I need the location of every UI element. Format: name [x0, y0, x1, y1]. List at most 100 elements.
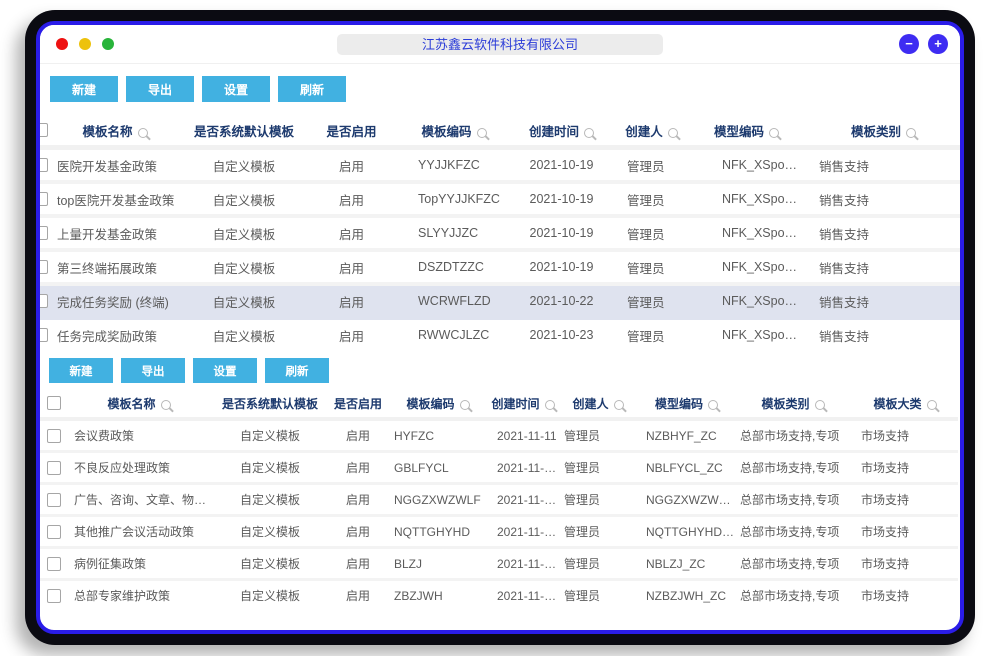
- new-button[interactable]: 新建: [49, 358, 113, 383]
- search-icon[interactable]: [815, 400, 825, 410]
- column-header: 创建人: [557, 389, 639, 419]
- cell: 管理员: [609, 250, 694, 284]
- search-icon[interactable]: [769, 128, 779, 138]
- cell: 2021-11-15: [489, 484, 557, 516]
- cell: 管理员: [557, 452, 639, 484]
- table-row[interactable]: 会议费政策自定义模板启用HYFZC2021-11-11管理员NZBHYF_ZC总…: [40, 419, 958, 452]
- row-checkbox[interactable]: [36, 328, 48, 342]
- cell: 2021-11-15: [489, 516, 557, 548]
- row-checkbox[interactable]: [36, 294, 48, 308]
- column-header-label: 创建时间: [529, 125, 579, 139]
- cell: 自定义模板: [179, 318, 309, 350]
- column-header-label: 模板编码: [406, 397, 454, 411]
- search-icon[interactable]: [906, 128, 916, 138]
- cell: 总部市场支持,专项: [734, 548, 852, 580]
- refresh-button[interactable]: 刷新: [278, 76, 346, 102]
- row-checkbox[interactable]: [36, 158, 48, 172]
- cell: 自定义模板: [211, 516, 329, 548]
- table-row[interactable]: 上量开发基金政策自定义模板启用SLYYJJZC2021-10-19管理员NFK_…: [36, 216, 964, 250]
- search-icon[interactable]: [584, 128, 594, 138]
- export-button[interactable]: 导出: [121, 358, 185, 383]
- cell: 2021-10-19: [514, 148, 609, 183]
- cell: 启用: [329, 516, 387, 548]
- cell: 自定义模板: [211, 580, 329, 611]
- search-icon[interactable]: [614, 400, 624, 410]
- titlebar: 江苏鑫云软件科技有限公司 − +: [40, 25, 960, 64]
- column-header: 模板编码: [394, 115, 514, 148]
- cell: 启用: [329, 419, 387, 452]
- app-window: 江苏鑫云软件科技有限公司 − + 新建导出设置刷新 模板名称是否系统默认模板是否…: [36, 21, 964, 634]
- cell: 管理员: [609, 148, 694, 183]
- cell: NGGZXWZWLF_...: [639, 484, 734, 516]
- table-row[interactable]: 广告、咨询、文章、物料...自定义模板启用NGGZXWZWLF2021-11-1…: [40, 484, 958, 516]
- cell: NQTTGHYHD_ZC: [639, 516, 734, 548]
- cell: 总部市场支持,专项: [734, 452, 852, 484]
- row-checkbox[interactable]: [47, 557, 61, 571]
- column-header-label: 模板编码: [421, 125, 471, 139]
- search-icon[interactable]: [477, 128, 487, 138]
- table-row[interactable]: top医院开发基金政策自定义模板启用TopYYJJKFZC2021-10-19管…: [36, 182, 964, 216]
- row-checkbox[interactable]: [47, 589, 61, 603]
- export-button[interactable]: 导出: [126, 76, 194, 102]
- table-row[interactable]: 任务完成奖励政策自定义模板启用RWWCJLZC2021-10-23管理员NFK_…: [36, 318, 964, 350]
- column-header: 是否系统默认模板: [179, 115, 309, 148]
- header-row: 模板名称是否系统默认模板是否启用模板编码创建时间创建人模型编码模板类别: [36, 115, 964, 148]
- search-icon[interactable]: [708, 400, 718, 410]
- row-checkbox[interactable]: [36, 192, 48, 206]
- cell: 启用: [309, 148, 394, 183]
- fullscreen-button[interactable]: [102, 38, 114, 50]
- cell: 2021-10-22: [514, 284, 609, 318]
- column-header: 模板类别: [734, 389, 852, 419]
- table-row[interactable]: 医院开发基金政策自定义模板启用YYJJKFZC2021-10-19管理员NFK_…: [36, 148, 964, 183]
- column-header: 模板大类: [852, 389, 958, 419]
- search-icon[interactable]: [138, 128, 148, 138]
- cell: HYFZC: [387, 419, 489, 452]
- close-button[interactable]: [56, 38, 68, 50]
- cell: 2021-10-19: [514, 250, 609, 284]
- cell: 市场支持: [852, 419, 958, 452]
- table-row[interactable]: 其他推广会议活动政策自定义模板启用NQTTGHYHD2021-11-15管理员N…: [40, 516, 958, 548]
- refresh-button[interactable]: 刷新: [265, 358, 329, 383]
- row-checkbox[interactable]: [36, 260, 48, 274]
- collapse-circle-button[interactable]: −: [899, 34, 919, 54]
- cell: 总部市场支持,专项: [734, 580, 852, 611]
- row-checkbox[interactable]: [36, 226, 48, 240]
- select-all-checkbox[interactable]: [47, 396, 61, 410]
- search-icon[interactable]: [668, 128, 678, 138]
- minimize-button[interactable]: [79, 38, 91, 50]
- cell: NGGZXWZWLF: [387, 484, 489, 516]
- search-icon[interactable]: [161, 400, 171, 410]
- column-header: 是否启用: [329, 389, 387, 419]
- cell: 销售支持: [799, 284, 964, 318]
- table-row[interactable]: 完成任务奖励 (终端)自定义模板启用WCRWFLZD2021-10-22管理员N…: [36, 284, 964, 318]
- search-icon[interactable]: [927, 400, 937, 410]
- row-checkbox[interactable]: [47, 461, 61, 475]
- cell: 市场支持: [852, 484, 958, 516]
- cell: NFK_XSpolicy4: [694, 318, 799, 350]
- cell: NFK_XSpolicy3: [694, 284, 799, 318]
- cell: 销售支持: [799, 182, 964, 216]
- table-row[interactable]: 病例征集政策自定义模板启用BLZJ2021-11-15管理员NBLZJ_ZC总部…: [40, 548, 958, 580]
- table-row[interactable]: 不良反应处理政策自定义模板启用GBLFYCL2021-11-15管理员NBLFY…: [40, 452, 958, 484]
- expand-circle-button[interactable]: +: [928, 34, 948, 54]
- select-all-checkbox[interactable]: [36, 123, 48, 137]
- cell: top医院开发基金政策: [51, 182, 179, 216]
- cell: 管理员: [557, 484, 639, 516]
- search-icon[interactable]: [460, 400, 470, 410]
- cell: 任务完成奖励政策: [51, 318, 179, 350]
- column-header-label: 是否启用: [326, 125, 376, 139]
- row-checkbox[interactable]: [47, 525, 61, 539]
- search-icon[interactable]: [545, 400, 555, 410]
- cell: 自定义模板: [179, 148, 309, 183]
- cell: 2021-11-11: [489, 419, 557, 452]
- row-checkbox[interactable]: [47, 493, 61, 507]
- table-row[interactable]: 第三终端拓展政策自定义模板启用DSZDTZZC2021-10-19管理员NFK_…: [36, 250, 964, 284]
- table-row[interactable]: 总部专家维护政策自定义模板启用ZBZJWH2021-11-15管理员NZBZJW…: [40, 580, 958, 611]
- column-header: 创建人: [609, 115, 694, 148]
- settings-button[interactable]: 设置: [193, 358, 257, 383]
- new-button[interactable]: 新建: [50, 76, 118, 102]
- cell: NBLFYCL_ZC: [639, 452, 734, 484]
- cell: NZBZJWH_ZC: [639, 580, 734, 611]
- settings-button[interactable]: 设置: [202, 76, 270, 102]
- row-checkbox[interactable]: [47, 429, 61, 443]
